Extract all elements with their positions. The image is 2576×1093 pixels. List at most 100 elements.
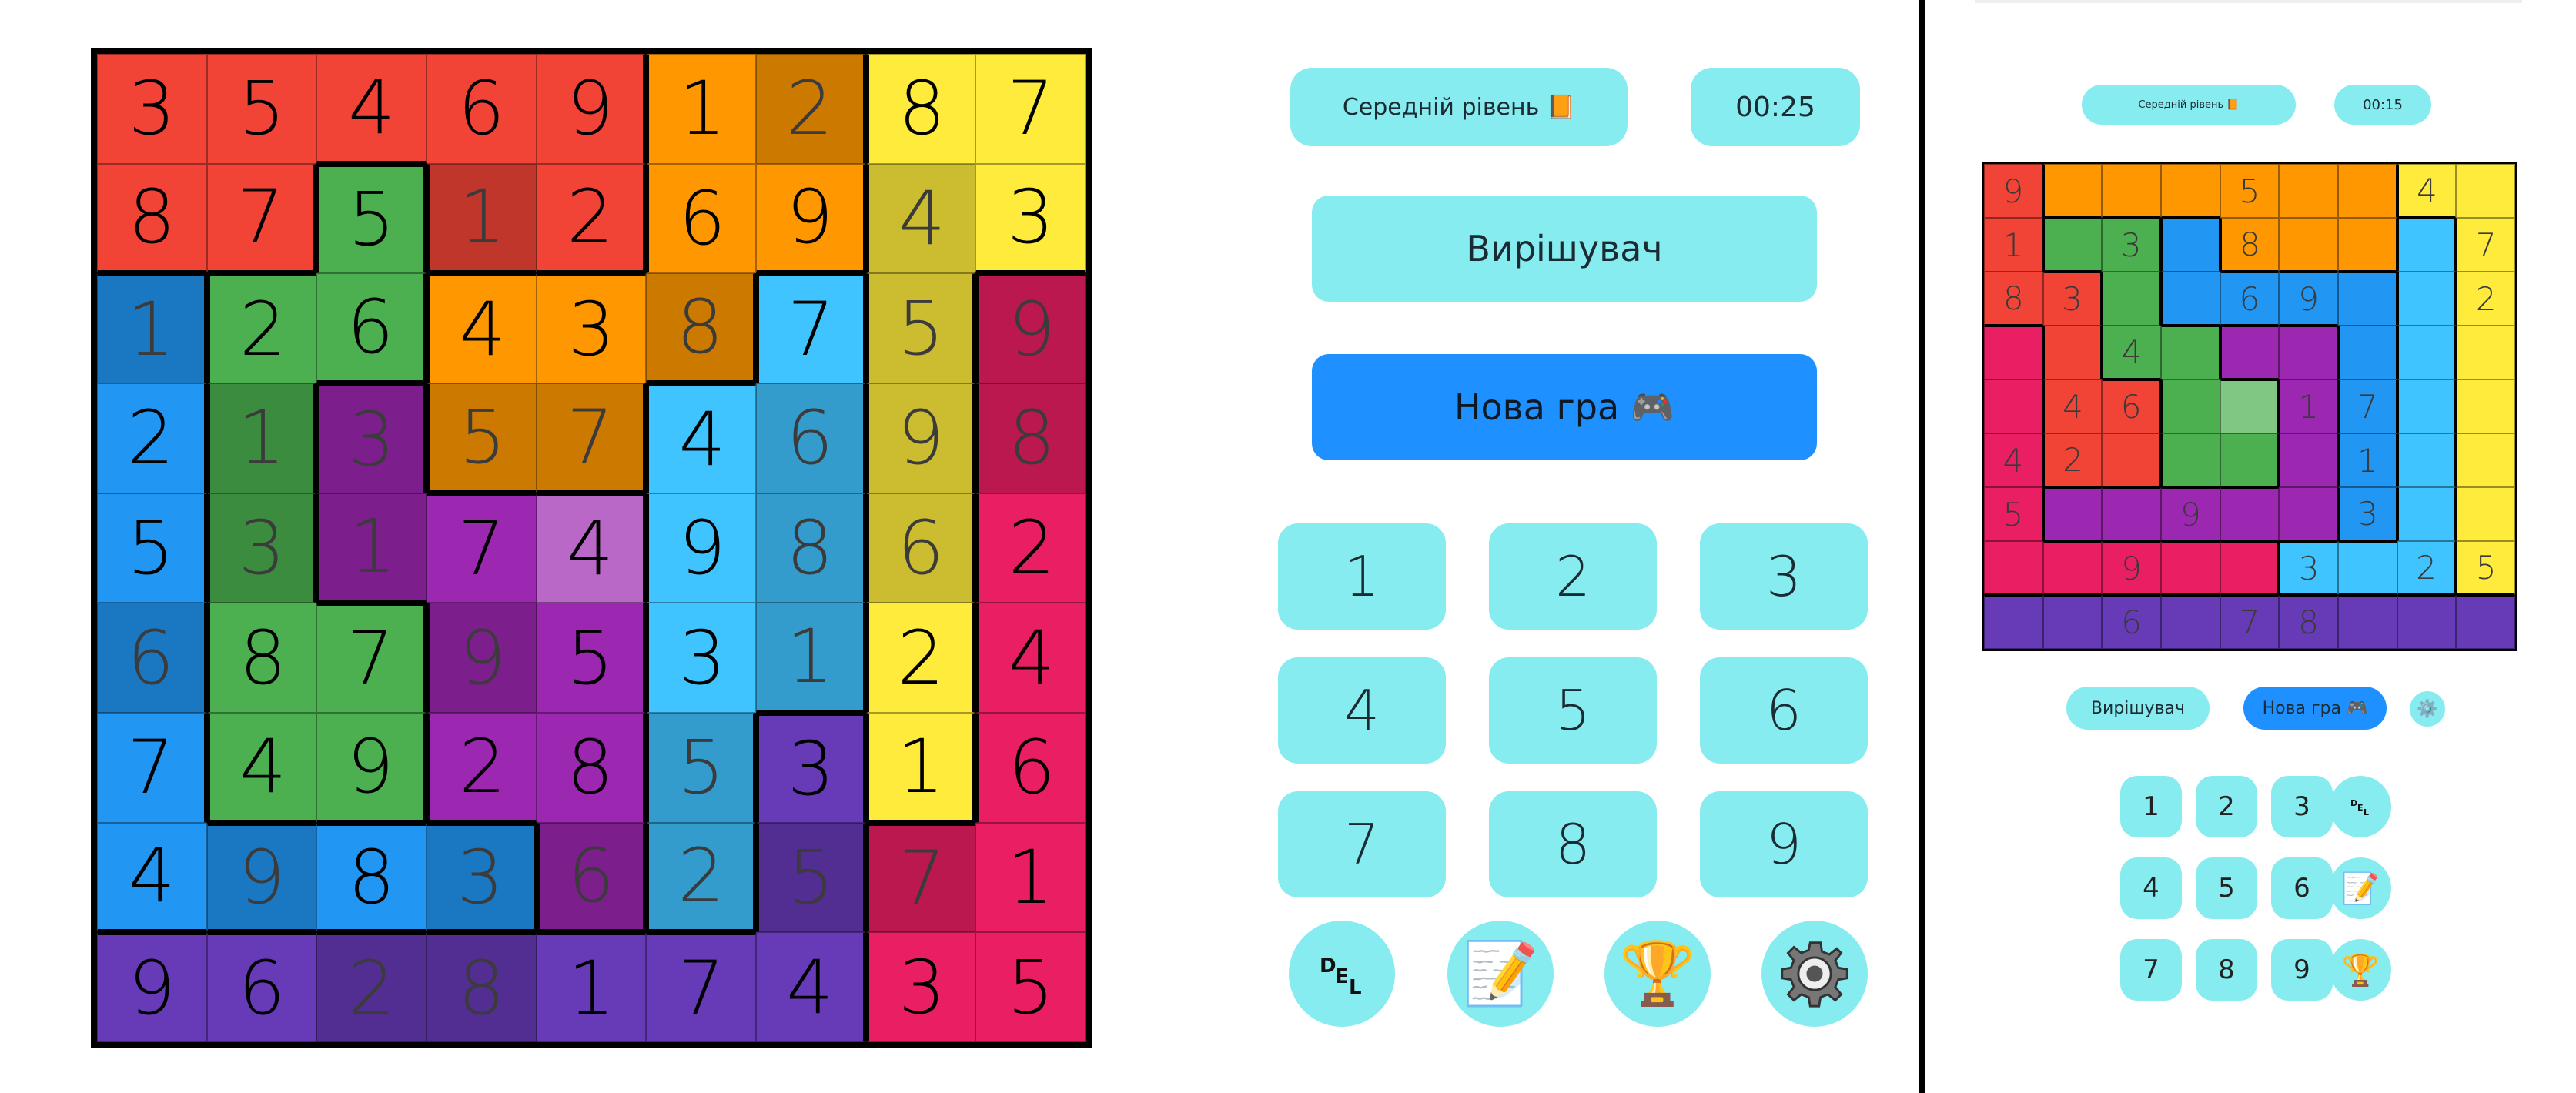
board-cell[interactable]: 6 [865,493,976,603]
preview-board-cell[interactable] [2042,487,2103,541]
number-button-7[interactable]: 7 [1278,791,1446,897]
board-cell[interactable]: 4 [206,713,317,823]
preview-board-cell[interactable] [1984,326,2043,379]
preview-board-cell[interactable] [2456,379,2515,433]
delete-button[interactable]: D E L [1289,921,1395,1027]
board-cell[interactable]: 6 [97,603,207,713]
number-button-2[interactable]: 2 [1489,523,1657,630]
new-game-button[interactable]: Нова гра 🎮 [1312,354,1817,460]
board-cell[interactable]: 7 [975,54,1086,164]
preview-board-cell[interactable] [2279,218,2338,272]
preview-number-button-1[interactable]: 1 [2120,776,2182,837]
board-cell[interactable]: 6 [646,163,756,274]
preview-board-cell[interactable] [2456,326,2515,379]
board-cell[interactable]: 5 [865,273,976,383]
preview-number-button-3[interactable]: 3 [2271,776,2333,837]
board-cell[interactable]: 7 [427,493,537,603]
preview-board-cell[interactable] [2160,379,2220,433]
preview-trophy-button[interactable]: 🏆 [2330,939,2391,1001]
board-cell[interactable]: 3 [865,932,976,1042]
board-cell[interactable]: 8 [756,493,866,603]
preview-board-cell[interactable] [2160,433,2220,487]
board-cell[interactable]: 5 [427,383,537,493]
board-cell[interactable]: 2 [975,493,1086,603]
board-cell[interactable]: 5 [975,932,1086,1042]
board-cell[interactable]: 4 [865,163,976,274]
board-cell[interactable]: 2 [316,932,427,1042]
number-button-9[interactable]: 9 [1700,791,1868,897]
preview-board-cell[interactable]: 6 [2102,379,2161,433]
preview-board-cell[interactable]: 1 [1984,218,2043,272]
preview-board-cell[interactable] [2220,541,2280,595]
number-button-1[interactable]: 1 [1278,523,1446,630]
preview-board-cell[interactable]: 5 [2220,164,2280,218]
preview-board-cell[interactable]: 8 [2279,595,2338,649]
preview-board-cell[interactable] [2337,541,2397,595]
board-cell[interactable]: 1 [97,273,207,383]
preview-board-cell[interactable] [2160,595,2220,649]
preview-board-cell[interactable] [2160,218,2220,272]
board-cell[interactable]: 2 [206,273,317,383]
preview-board-cell[interactable] [2337,326,2397,379]
board-cell[interactable]: 1 [316,493,427,603]
board-cell[interactable]: 4 [536,493,647,603]
preview-board-cell[interactable] [2042,218,2103,272]
board-cell[interactable]: 9 [316,713,427,823]
number-button-8[interactable]: 8 [1489,791,1657,897]
preview-settings-button[interactable]: ⚙️ [2410,691,2445,727]
board-cell[interactable]: 1 [536,932,647,1042]
board-cell[interactable]: 3 [427,822,537,933]
preview-board-cell[interactable]: 2 [2042,433,2103,487]
preview-board-cell[interactable]: 7 [2220,595,2280,649]
preview-board-cell[interactable]: 1 [2279,379,2338,433]
preview-board-cell[interactable]: 3 [2042,272,2103,326]
board-cell[interactable]: 9 [427,603,537,713]
board-cell[interactable]: 2 [756,54,866,164]
preview-board-cell[interactable] [2160,272,2220,326]
settings-button[interactable] [1761,921,1868,1027]
preview-board-cell[interactable]: 5 [1984,487,2043,541]
board-cell[interactable]: 8 [97,163,207,274]
board-cell[interactable]: 9 [975,273,1086,383]
preview-board-cell[interactable]: 9 [2279,272,2338,326]
preview-board-cell[interactable] [2397,326,2457,379]
notes-button[interactable]: 📝 [1447,921,1554,1027]
board-cell[interactable]: 4 [97,822,207,933]
board-cell[interactable]: 6 [536,822,647,933]
preview-board-cell[interactable] [2102,272,2161,326]
board-cell[interactable]: 2 [427,713,537,823]
board-cell[interactable]: 4 [646,383,756,493]
board-cell[interactable]: 8 [646,273,756,383]
preview-board-cell[interactable]: 4 [2102,326,2161,379]
board-cell[interactable]: 8 [427,932,537,1042]
board-cell[interactable]: 4 [427,273,537,383]
preview-board-cell[interactable]: 8 [1984,272,2043,326]
preview-new-game-button[interactable]: Нова гра 🎮 [2243,687,2387,730]
preview-board-cell[interactable]: 9 [2102,541,2161,595]
preview-board-cell[interactable] [2397,433,2457,487]
preview-board-cell[interactable]: 9 [1984,164,2043,218]
board-cell[interactable]: 8 [206,603,317,713]
board-cell[interactable]: 3 [756,713,866,823]
board-cell[interactable]: 1 [206,383,317,493]
preview-board-cell[interactable]: 3 [2102,218,2161,272]
preview-board-cell[interactable]: 6 [2220,272,2280,326]
board-cell[interactable]: 2 [646,822,756,933]
board-cell[interactable]: 3 [975,163,1086,274]
board-cell[interactable]: 9 [646,493,756,603]
board-cell[interactable]: 7 [206,163,317,274]
preview-board-cell[interactable] [2042,541,2103,595]
preview-solver-button[interactable]: Вирішувач [2066,687,2210,730]
preview-board-cell[interactable] [2397,595,2457,649]
preview-number-button-7[interactable]: 7 [2120,939,2182,1001]
preview-board-cell[interactable]: 2 [2456,272,2515,326]
preview-board-cell[interactable] [2456,164,2515,218]
board-cell[interactable]: 3 [536,273,647,383]
board-cell[interactable]: 7 [756,273,866,383]
preview-board-cell[interactable] [2102,487,2161,541]
board-cell[interactable]: 6 [975,713,1086,823]
preview-board-cell[interactable] [2456,595,2515,649]
board-cell[interactable]: 3 [97,54,207,164]
board-cell[interactable]: 2 [865,603,976,713]
board-cell[interactable]: 4 [975,603,1086,713]
